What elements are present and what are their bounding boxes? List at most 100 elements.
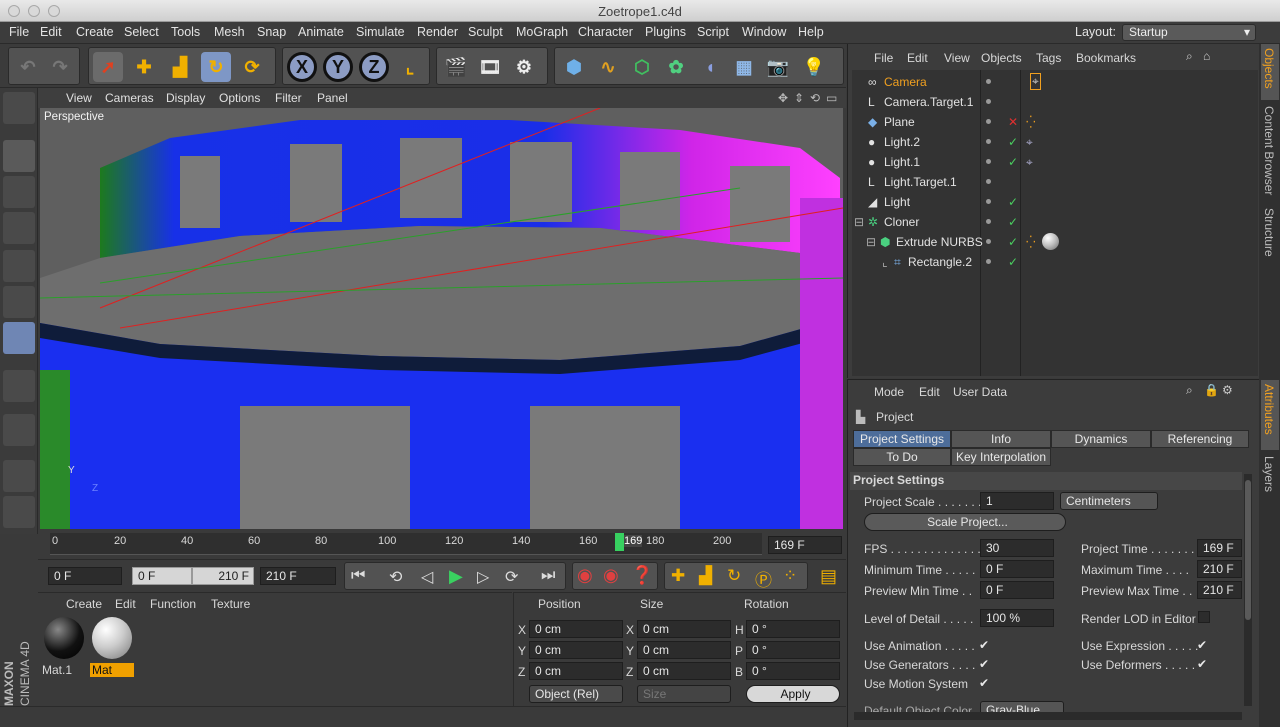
current-frame-field[interactable]: 169 F — [768, 536, 842, 554]
tab-to-do[interactable]: To Do — [853, 448, 951, 466]
viewport-move-icon[interactable]: ✥ — [778, 91, 788, 105]
viewport-menu-display[interactable]: Display — [166, 91, 205, 105]
scale-project-button[interactable]: Scale Project... — [864, 513, 1066, 531]
enabled-check-icon[interactable]: ✓ — [1008, 215, 1018, 229]
mat-menu-edit[interactable]: Edit — [115, 597, 136, 611]
material-preview-mat1[interactable] — [44, 617, 84, 659]
size-y-field[interactable]: 0 cm — [637, 641, 731, 659]
tree-row-rectangle2[interactable]: ⌞ ⌗ Rectangle.2 ✓ — [852, 252, 1258, 272]
menu-window[interactable]: Window — [742, 25, 786, 39]
edges-mode-icon[interactable] — [3, 286, 35, 318]
light-icon[interactable]: 💡 — [799, 52, 829, 82]
use-motion-checkbox[interactable]: ✔ — [979, 677, 991, 689]
use-deformers-checkbox[interactable]: ✔ — [1197, 658, 1209, 670]
menu-select[interactable]: Select — [124, 25, 159, 39]
render-view-icon[interactable]: 🎬 — [441, 52, 471, 82]
tree-row-light-target[interactable]: L Light.Target.1 — [852, 172, 1258, 192]
workplane-mode-icon[interactable] — [3, 212, 35, 244]
menu-tools[interactable]: Tools — [171, 25, 200, 39]
project-time-field[interactable]: 169 F — [1197, 539, 1242, 557]
fps-field[interactable]: 30 — [980, 539, 1054, 557]
menu-file[interactable]: File — [9, 25, 29, 39]
enabled-check-icon[interactable]: ✓ — [1008, 155, 1018, 169]
collapse-icon[interactable]: ⊟ — [866, 235, 876, 249]
am-menu-edit[interactable]: Edit — [919, 385, 940, 399]
tab-project-settings[interactable]: Project Settings — [853, 430, 951, 448]
visibility-dot[interactable] — [986, 259, 991, 264]
settings-icon[interactable]: ⚙ — [1222, 383, 1233, 397]
mat-menu-create[interactable]: Create — [66, 597, 102, 611]
tab-attributes[interactable]: Attributes — [1261, 380, 1279, 450]
timeline-window-icon[interactable]: ▤ — [820, 566, 837, 587]
visibility-dot[interactable] — [986, 239, 991, 244]
enabled-check-icon[interactable]: ✓ — [1008, 235, 1018, 249]
range-start-field[interactable]: 0 F — [132, 567, 192, 585]
size-mode-select[interactable]: Size — [637, 685, 731, 703]
range-end-field[interactable]: 210 F — [192, 567, 254, 585]
menu-help[interactable]: Help — [798, 25, 824, 39]
material-name[interactable]: Mat.1 — [42, 663, 72, 677]
target-tag-icon[interactable]: ⌖ — [1026, 135, 1033, 150]
scale-icon[interactable]: ▟ — [165, 52, 195, 82]
rotate-icon[interactable]: ↻ — [201, 52, 231, 82]
tree-row-camera-target[interactable]: L Camera.Target.1 — [852, 92, 1258, 112]
tab-structure[interactable]: Structure — [1261, 204, 1279, 264]
viewport-3d[interactable]: Y Z Perspective — [40, 108, 843, 529]
search-icon[interactable]: ⌕ — [1186, 383, 1193, 398]
make-editable-icon[interactable] — [3, 92, 35, 124]
viewport-menu-panel[interactable]: Panel — [317, 91, 348, 105]
position-y-field[interactable]: 0 cm — [529, 641, 623, 659]
spline-icon[interactable]: ∿ — [593, 52, 623, 82]
undo-icon[interactable]: ↶ — [13, 52, 43, 82]
snap-icon[interactable] — [3, 496, 35, 528]
z-axis-lock-button[interactable]: Z — [359, 52, 389, 82]
menu-mograph[interactable]: MoGraph — [516, 25, 568, 39]
camera-icon[interactable]: 📷 — [763, 52, 793, 82]
visibility-dot[interactable] — [986, 179, 991, 184]
lock-workplane-icon[interactable] — [3, 460, 35, 492]
array-icon[interactable]: ✿ — [661, 52, 691, 82]
rotation-h-field[interactable]: 0 ° — [746, 620, 840, 638]
tree-row-light1[interactable]: ● Light.1 ✓ ⌖ — [852, 152, 1258, 172]
menu-plugins[interactable]: Plugins — [645, 25, 686, 39]
tree-row-plane[interactable]: ◆ Plane ✕ ⁛ — [852, 112, 1258, 132]
polygons-mode-icon[interactable] — [3, 322, 35, 354]
am-menu-user-data[interactable]: User Data — [953, 385, 1007, 399]
deformer-icon[interactable]: ◖ — [695, 52, 725, 82]
x-axis-lock-button[interactable]: X — [287, 52, 317, 82]
om-menu-bookmarks[interactable]: Bookmarks — [1076, 51, 1136, 65]
redo-icon[interactable]: ↷ — [45, 52, 75, 82]
cube-icon[interactable]: ⬢ — [559, 52, 589, 82]
render-to-picture-viewer-icon[interactable]: 🎞 — [475, 52, 505, 82]
mat-menu-function[interactable]: Function — [150, 597, 196, 611]
enabled-check-icon[interactable]: ✓ — [1008, 135, 1018, 149]
apply-button[interactable]: Apply — [746, 685, 840, 703]
go-to-end-icon[interactable]: ⏭ — [541, 567, 555, 585]
next-key-icon[interactable]: ⟳ — [505, 567, 518, 587]
menu-animate[interactable]: Animate — [298, 25, 344, 39]
previous-frame-icon[interactable]: ◁ — [421, 567, 433, 587]
tab-objects[interactable]: Objects — [1261, 44, 1279, 100]
go-to-start-icon[interactable]: ⏮ — [351, 567, 365, 585]
tab-layers[interactable]: Layers — [1261, 452, 1279, 502]
end-frame-field[interactable]: 210 F — [260, 567, 336, 585]
points-mode-icon[interactable] — [3, 250, 35, 282]
nurbs-icon[interactable]: ⬡ — [627, 52, 657, 82]
autokey-icon[interactable]: ◉ — [603, 565, 619, 586]
y-axis-lock-button[interactable]: Y — [323, 52, 353, 82]
record-active-icon[interactable]: ◉ — [577, 565, 593, 586]
position-z-field[interactable]: 0 cm — [529, 662, 623, 680]
layout-select[interactable]: Startup ▾ — [1122, 24, 1256, 41]
tree-row-extrude-nurbs[interactable]: ⊟ ⬢ Extrude NURBS ✓ ⁛ — [852, 232, 1258, 252]
menu-sculpt[interactable]: Sculpt — [468, 25, 503, 39]
viewport-layout-icon[interactable]: ▭ — [826, 91, 837, 105]
use-expression-checkbox[interactable]: ✔ — [1197, 639, 1209, 651]
viewport-menu-filter[interactable]: Filter — [275, 91, 302, 105]
visibility-dot[interactable] — [986, 79, 991, 84]
visibility-dot[interactable] — [986, 119, 991, 124]
tab-content-browser[interactable]: Content Browser — [1261, 102, 1279, 202]
material-tag-icon[interactable]: ⁛ — [1026, 115, 1036, 129]
lock-icon[interactable]: 🔒 — [1204, 383, 1219, 397]
size-z-field[interactable]: 0 cm — [637, 662, 731, 680]
playhead[interactable] — [615, 533, 624, 551]
